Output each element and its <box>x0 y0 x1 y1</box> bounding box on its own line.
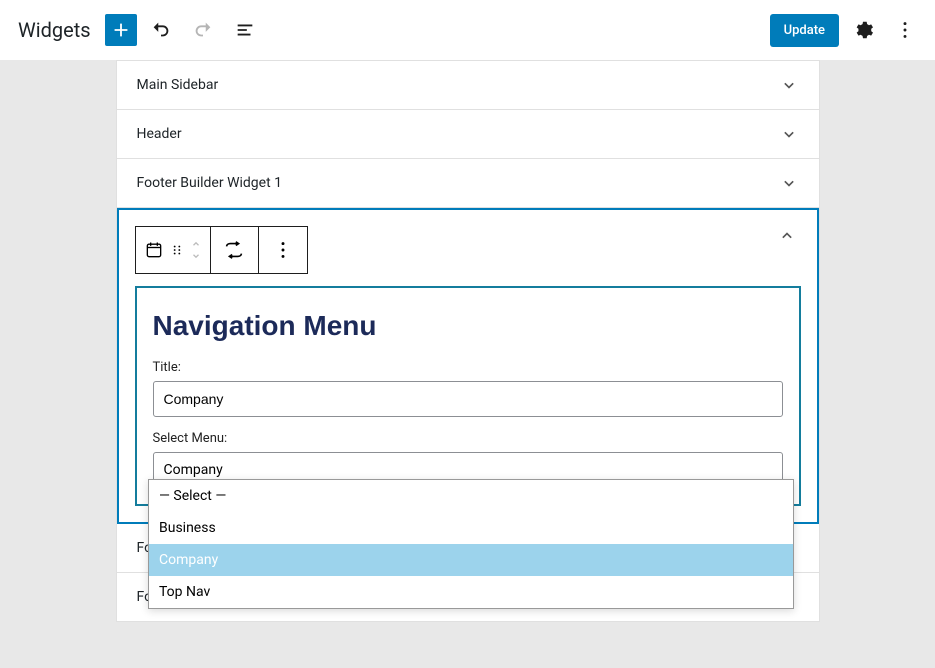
plus-icon <box>110 19 132 41</box>
list-view-icon <box>234 19 256 41</box>
transform-icon <box>223 239 245 261</box>
chevron-down-icon <box>779 173 799 193</box>
block-options-button[interactable] <box>259 227 307 273</box>
page-title: Widgets <box>18 18 91 42</box>
widget-heading: Navigation Menu <box>153 310 783 342</box>
drag-handle-icon[interactable] <box>170 243 184 257</box>
redo-icon <box>192 19 214 41</box>
option-company[interactable]: Company <box>149 544 793 576</box>
option-placeholder[interactable]: — Select — <box>149 480 793 512</box>
select-menu-listbox[interactable]: — Select — Business Company Top Nav <box>148 479 794 609</box>
chevron-down-icon <box>779 124 799 144</box>
add-block-button[interactable] <box>105 14 137 46</box>
redo-button <box>185 12 221 48</box>
kebab-icon <box>894 19 916 41</box>
option-business[interactable]: Business <box>149 512 793 544</box>
block-mover[interactable] <box>190 239 202 261</box>
list-view-button[interactable] <box>227 12 263 48</box>
select-current-value: Company <box>164 462 223 478</box>
area-header[interactable]: Header <box>117 110 819 159</box>
block-toolbar <box>135 226 308 274</box>
kebab-icon <box>272 239 294 261</box>
title-input[interactable] <box>153 381 783 417</box>
transform-button[interactable] <box>211 227 259 273</box>
selected-block-container: Navigation Menu Title: Select Menu: Comp… <box>117 208 819 524</box>
option-topnav[interactable]: Top Nav <box>149 576 793 608</box>
settings-button[interactable] <box>845 12 881 48</box>
update-button[interactable]: Update <box>770 14 839 47</box>
chevron-up-icon[interactable] <box>777 226 797 246</box>
undo-icon <box>150 19 172 41</box>
area-label: Main Sidebar <box>137 77 219 93</box>
area-label: Footer Builder Widget 1 <box>137 175 283 191</box>
move-down-icon <box>190 251 202 261</box>
area-footer-widget-1[interactable]: Footer Builder Widget 1 <box>117 159 819 208</box>
move-up-icon <box>190 239 202 249</box>
title-label: Title: <box>153 360 783 375</box>
navigation-menu-widget: Navigation Menu Title: Select Menu: Comp… <box>135 286 801 506</box>
undo-button[interactable] <box>143 12 179 48</box>
editor-toolbar: Widgets Update <box>0 0 935 60</box>
area-label: Header <box>137 126 182 142</box>
select-menu-label: Select Menu: <box>153 431 783 446</box>
gear-icon <box>852 19 874 41</box>
calendar-icon <box>144 240 164 260</box>
more-options-button[interactable] <box>887 12 923 48</box>
area-main-sidebar[interactable]: Main Sidebar <box>117 60 819 110</box>
block-type-cell[interactable] <box>136 227 211 273</box>
chevron-down-icon <box>779 75 799 95</box>
